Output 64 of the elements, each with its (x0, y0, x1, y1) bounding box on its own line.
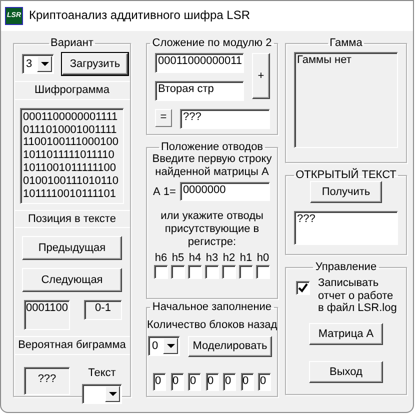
a1-label: А 1= (153, 186, 176, 198)
bits-field: 0001100 (24, 300, 70, 330)
tap-checkbox[interactable] (256, 264, 270, 279)
group-title: Гамма (328, 37, 364, 50)
variant-select[interactable]: 3 (22, 54, 54, 74)
range-field: 0-1 (84, 300, 122, 320)
text-select[interactable] (82, 384, 122, 404)
tap-label: h6 (154, 252, 168, 265)
register-cell-field[interactable]: 0 (188, 372, 201, 391)
equals-label: = (155, 109, 172, 128)
tap-checkbox[interactable] (222, 264, 236, 279)
load-button[interactable]: Загрузить (62, 53, 128, 76)
group-title: Сложение по модулю 2 (151, 37, 273, 50)
register-cell-field[interactable]: 0 (223, 372, 236, 391)
section-label: Шифрограмма (14, 81, 130, 100)
group-title: Вариант (50, 37, 94, 50)
group-title: ОТКРЫТЫЙ ТЕКСТ (294, 169, 398, 182)
tap-checkbox[interactable] (239, 264, 253, 279)
tap-checkbox[interactable] (205, 264, 219, 279)
tap-label: h0 (256, 252, 270, 265)
plus-button[interactable]: + (252, 53, 270, 100)
result-field[interactable]: ??? (180, 109, 270, 130)
matrix-button[interactable]: Матрица А (309, 323, 383, 346)
tap-label: h5 (172, 252, 184, 265)
group-title: Управление (314, 261, 378, 274)
register-cell-field[interactable]: 0 (258, 372, 271, 391)
gamma-list: Гаммы нет (294, 52, 398, 148)
get-button[interactable]: Получить (310, 181, 382, 204)
group-title: Положение отводов (160, 141, 264, 154)
tap-checkbox[interactable] (154, 264, 168, 279)
tap-label: h1 (240, 252, 252, 265)
next-button[interactable]: Следующая (22, 268, 122, 292)
first-operand-field[interactable]: 00011000000011 (155, 53, 244, 74)
blocks-select[interactable]: 0 (148, 336, 180, 356)
caret-icon (40, 62, 48, 66)
log-checkbox[interactable] (296, 281, 310, 296)
bigram-field: ??? (24, 367, 70, 396)
register-cell-field[interactable]: 0 (153, 372, 166, 391)
hint-text: или укажите отводы присутствующие в регистре: (160, 210, 264, 248)
exit-button[interactable]: Выход (309, 361, 383, 384)
section-label: Позиция в тексте (14, 210, 130, 228)
second-operand-field[interactable]: Вторая стр (155, 81, 244, 102)
register-cell-field[interactable]: 0 (170, 372, 184, 391)
blocks-label: Количество блоков назад (147, 319, 277, 332)
prompt-text: Введите первую строку найденной матрицы А (151, 153, 273, 178)
caret-icon (108, 392, 116, 396)
tap-checkbox[interactable] (188, 264, 202, 279)
previous-button[interactable]: Предыдущая (22, 236, 122, 260)
plaintext-field[interactable]: ??? (294, 211, 398, 246)
section-label: Вероятная биграмма (14, 336, 130, 356)
tap-label: h2 (222, 252, 236, 265)
caret-icon (166, 344, 174, 348)
tap-label: h3 (206, 252, 218, 265)
tap-label: h4 (188, 252, 202, 265)
ciphertext-box: 0001100000001111 0111010001001111 1100100111000100 1011011111011110 1011001011111100 0100100111010110 1011110010111101 (20, 108, 124, 204)
text-label: Текст (88, 367, 116, 380)
log-label: Записывать отчет о работе в файл LSR.log (318, 277, 397, 316)
model-button[interactable]: Моделировать (188, 336, 272, 357)
group-title: Начальное заполнение (151, 301, 273, 314)
register-cell-field[interactable]: 0 (240, 372, 254, 391)
tap-checkbox[interactable] (171, 264, 185, 279)
window-title: Криптоанализ аддитивного шифра LSR (29, 9, 250, 23)
register-cell-field[interactable]: 0 (206, 372, 218, 391)
a1-field[interactable]: 0000000 (180, 182, 270, 202)
